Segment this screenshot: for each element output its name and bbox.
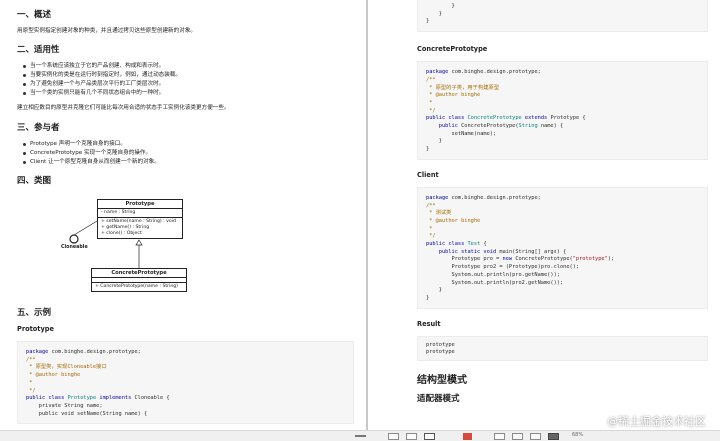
scroll-view-button[interactable] xyxy=(424,433,435,440)
section-applicability-heading: 二、适用性 xyxy=(17,45,60,55)
adapter-pattern-title: 适配器模式 xyxy=(417,394,460,405)
prototype-code-block: package com.binghe.design.prototype; /**… xyxy=(17,341,354,425)
list-item: 当一个系统应该独立于它的产品创建、构成和表示时。 xyxy=(17,62,354,71)
prototype-class-title: Prototype xyxy=(98,200,182,209)
code-package: com.binghe.design.prototype xyxy=(51,349,138,355)
concrete-prototype-class-box: ConcretePrototype + ConcretePrototype(na… xyxy=(91,268,187,292)
result-output-block: prototype prototype xyxy=(417,335,708,362)
watermark: @稀土掘金技术社区 xyxy=(607,415,706,428)
list-item: Client 让一个原型克隆自身从而创建一个新的对象。 xyxy=(17,158,354,167)
cloneable-label: Cloneable xyxy=(61,245,88,250)
section-participants-heading: 三、参与者 xyxy=(17,123,60,133)
prototype-method: + setName(name : String) : void xyxy=(101,219,176,224)
left-page: 一、概述 用原型实例指定创建对象的种类，并且通过拷贝这些原型创建新的对象。 二、… xyxy=(0,0,366,441)
zoom-level[interactable]: 68% xyxy=(572,432,583,438)
list-item: 当要实例化的类是在运行时刻指定时，例如，通过动态装载。 xyxy=(17,71,354,80)
concrete-prototype-code-block: package com.binghe.design.prototype; /**… xyxy=(417,61,708,160)
overview-text: 用原型实例指定创建对象的种类，并且通过拷贝这些原型创建新的对象。 xyxy=(17,28,197,34)
previous-code-block-end: } } } xyxy=(417,0,708,33)
fit-width-button[interactable] xyxy=(512,433,523,440)
participants-list: Prototype 声明一个克隆自身的接口。 ConcretePrototype… xyxy=(17,140,354,167)
prototype-field: - name : String xyxy=(101,210,136,215)
read-mode-button[interactable] xyxy=(463,433,472,440)
prototype-class-box: Prototype - name : String + setName(name… xyxy=(97,199,183,239)
list-item: ConcretePrototype 实现一个克隆自身的操作。 xyxy=(17,149,354,158)
client-code-block: package com.binghe.design.prototype; /**… xyxy=(417,186,708,309)
section-overview-heading: 一、概述 xyxy=(17,10,52,20)
section-example-heading: 五、示例 xyxy=(17,308,52,318)
two-page-view-button[interactable] xyxy=(406,433,417,440)
prototype-code-heading: Prototype xyxy=(17,325,54,333)
thumbnail-view-button[interactable] xyxy=(530,433,541,440)
client-code-heading: Client xyxy=(417,170,439,179)
structural-patterns-title: 结构型模式 xyxy=(417,375,467,387)
list-item: Prototype 声明一个克隆自身的接口。 xyxy=(17,140,354,149)
class-diagram: Prototype - name : String + setName(name… xyxy=(17,188,354,296)
fit-page-button[interactable] xyxy=(494,433,505,440)
concrete-prototype-code-heading: ConcretePrototype xyxy=(417,45,488,54)
list-item: 当一个类的实例只能有几个不同状态组合中的一种时。 xyxy=(17,89,354,98)
status-bar-handle[interactable] xyxy=(355,435,366,437)
list-item: 为了避免创建一个与产品类层次平行的工厂类层次时。 xyxy=(17,80,354,89)
concrete-prototype-class-title: ConcretePrototype xyxy=(92,269,186,278)
single-page-view-button[interactable] xyxy=(388,433,399,440)
result-heading: Result xyxy=(417,319,441,328)
section-class-diagram-heading: 四、类图 xyxy=(17,176,52,186)
applicability-list: 当一个系统应该独立于它的产品创建、构成和表示时。 当要实例化的类是在运行时刻指定… xyxy=(17,62,354,98)
applicability-note: 建立相应数目的原型并克隆它们可能比每次用合适的状态手工实例化该类更方便一些。 xyxy=(17,105,230,111)
concrete-prototype-method: + ConcretePrototype(name : String) xyxy=(95,284,178,289)
viewer-status-bar: 68% xyxy=(0,430,720,441)
fullscreen-button[interactable] xyxy=(548,433,559,440)
prototype-method: + clone() : Object xyxy=(101,231,142,236)
right-page: } } } ConcretePrototype package com.bing… xyxy=(368,0,720,441)
